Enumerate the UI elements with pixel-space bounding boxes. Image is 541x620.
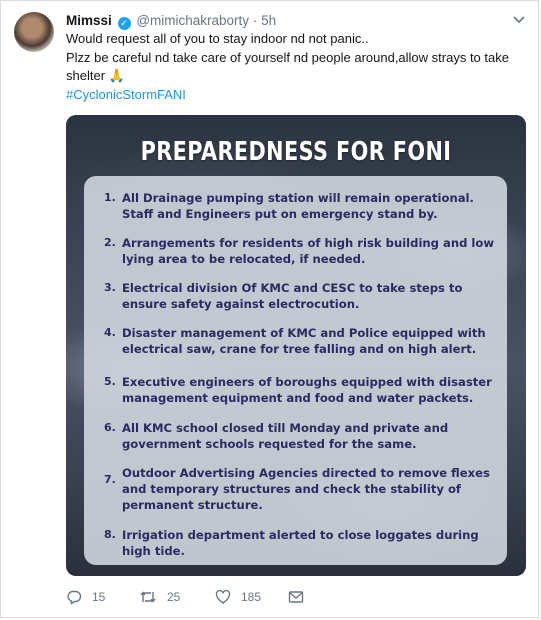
verified-icon: ✓ [117,17,131,30]
author-name[interactable]: Mimssi [66,13,112,28]
reply-button[interactable]: 15 [66,589,105,605]
retweet-button[interactable]: 25 [139,589,180,605]
image-title: PREPAREDNESS FOR FONI [140,137,452,167]
list-item-text: Executive engineers of boroughs equipped… [122,375,492,406]
tweet-line-1: Would request all of you to stay indoor … [66,31,369,46]
list-item-text: All Drainage pumping station will remain… [122,191,474,222]
separator-dot: · [252,13,258,28]
list-item-text: Outdoor Advertising Agencies directed to… [122,466,490,513]
reply-count: 15 [92,590,106,604]
list-item-number: 4. [104,326,116,339]
hashtag-link[interactable]: #CyclonicStormFANI [66,86,521,105]
list-item-text: Electrical division Of KMC and CESC to t… [122,281,463,312]
like-icon [215,589,231,604]
preparedness-list: 1. All Drainage pumping station will rem… [84,176,507,565]
like-count: 185 [241,590,262,604]
list-item-number: 6. [104,421,116,434]
retweet-count: 25 [167,590,181,604]
list-item-text: Irrigation department alerted to close l… [122,528,479,559]
avatar[interactable] [14,12,54,52]
dm-button[interactable] [288,589,304,605]
tweet-image[interactable]: PREPAREDNESS FOR FONI 1. All Drainage pu… [66,115,526,576]
list-item-text: Disaster management of KMC and Police eq… [122,326,486,357]
tweet-actions: 15 25 185 [66,589,526,609]
list-item-number: 8. [104,528,116,541]
list-item-text: Arrangements for residents of high risk … [122,236,495,267]
tweet-text: Would request all of you to stay indoor … [66,30,521,104]
author-handle[interactable]: @mimichakraborty [136,13,249,28]
tweet-card[interactable]: Mimssi ✓ @mimichakraborty · 5h Would req… [0,0,539,618]
list-item-number: 5. [104,375,116,388]
like-button[interactable]: 185 [215,589,261,605]
tweet-header: Mimssi ✓ @mimichakraborty · 5h [66,12,276,30]
list-item-number: 1. [104,191,116,204]
tweet-line-2-text: Plzz be careful nd take care of yourself… [66,49,509,84]
folded-hands-emoji: 🙏 [108,68,125,83]
chevron-down-icon[interactable] [512,15,526,25]
tweet-line-2: Plzz be careful nd take care of yourself… [66,49,521,86]
tweet-timestamp[interactable]: 5h [261,13,276,28]
list-item-number: 2. [104,236,116,249]
dm-icon [288,591,304,603]
list-item-number: 7. [104,473,116,486]
reply-icon [67,590,82,605]
list-item-number: 3. [104,281,116,294]
list-item-text: All KMC school closed till Monday and pr… [122,421,449,452]
retweet-icon [140,591,156,603]
